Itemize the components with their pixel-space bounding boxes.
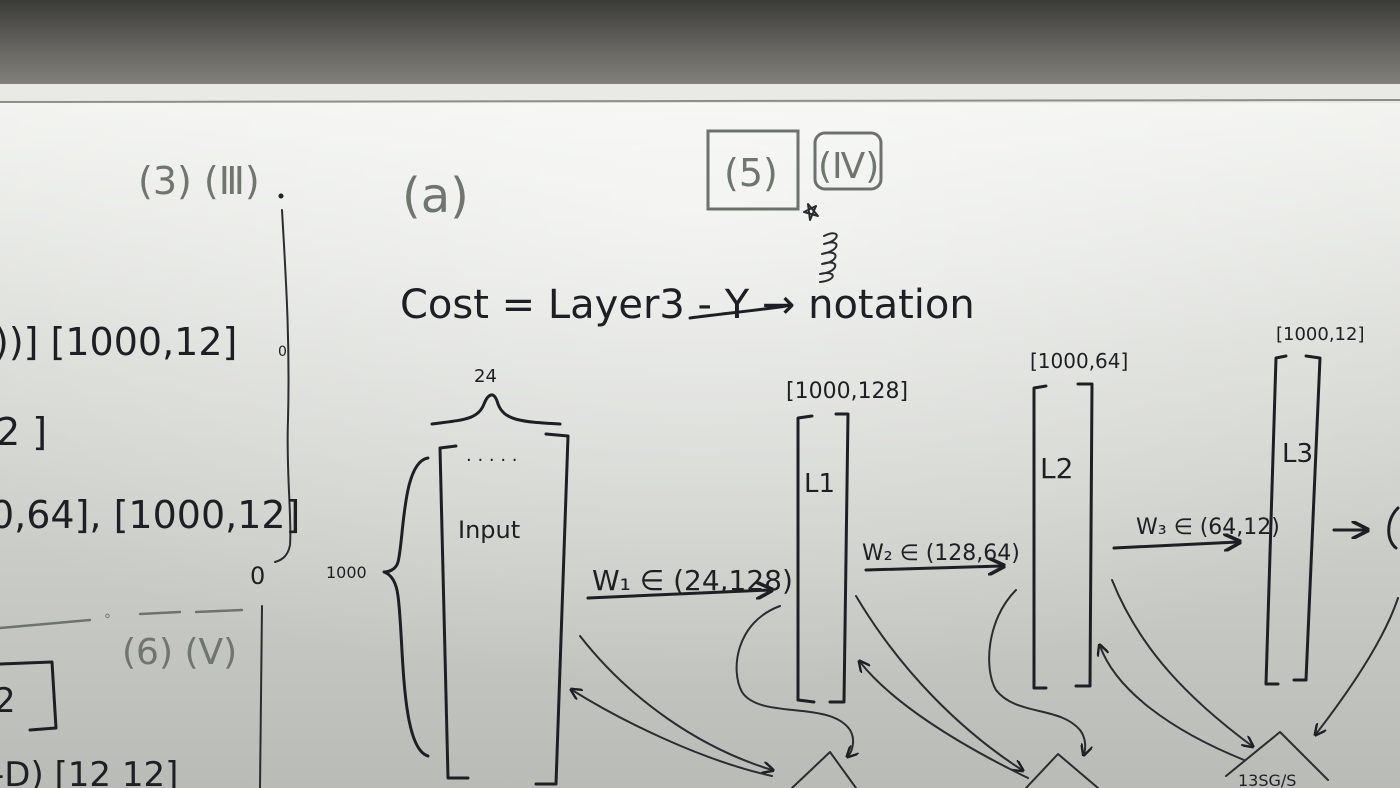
ceiling-area <box>0 0 1400 92</box>
l1-shape-label: [1000,128] <box>786 379 908 404</box>
l2-label: L2 <box>1040 452 1073 485</box>
left-shape-4: 2 <box>0 681 16 721</box>
w2-label: W₂ ∈ (128,64) <box>862 541 1020 566</box>
w3-label: W₃ ∈ (64,12) <box>1136 515 1280 540</box>
input-width-label: 24 <box>474 366 497 387</box>
part-3-label: (3) (Ⅲ) <box>138 159 260 203</box>
l1-label: L1 <box>804 469 835 499</box>
cost-equation: Cost = Layer3 - Y → notation <box>400 282 975 328</box>
left-shape-5: -D) [12 12] <box>0 755 178 788</box>
left-shape-2: 2 ] <box>0 410 47 454</box>
zero-mark-2: 0 <box>250 562 265 590</box>
input-dots: · · · · · <box>466 450 518 471</box>
left-shape-1: ))] [1000,12] <box>0 320 237 364</box>
input-height-label: 1000 <box>326 563 367 582</box>
zero-mark-1: 0 <box>278 344 287 360</box>
l2-shape-label: [1000,64] <box>1030 349 1128 373</box>
part-iv-label: (Ⅳ) <box>818 146 879 187</box>
svg-text:°: ° <box>104 612 111 628</box>
left-shape-3: 0,64], [1000,12] <box>0 493 300 537</box>
part-6-label: (6) (Ⅴ) <box>122 632 237 673</box>
input-label: Input <box>458 516 520 544</box>
l3-label: L3 <box>1282 439 1313 469</box>
part-a-label: (a) <box>402 168 469 224</box>
l3-shape-label: [1000,12] <box>1276 324 1364 345</box>
bottom-right-label: 13SG/S <box>1238 771 1296 788</box>
whiteboard-photo: (3) (Ⅲ) 0 0 ))] [1000,12] 2 ] 0,64], [10… <box>0 0 1400 788</box>
part-5-label: (5) <box>724 151 778 195</box>
